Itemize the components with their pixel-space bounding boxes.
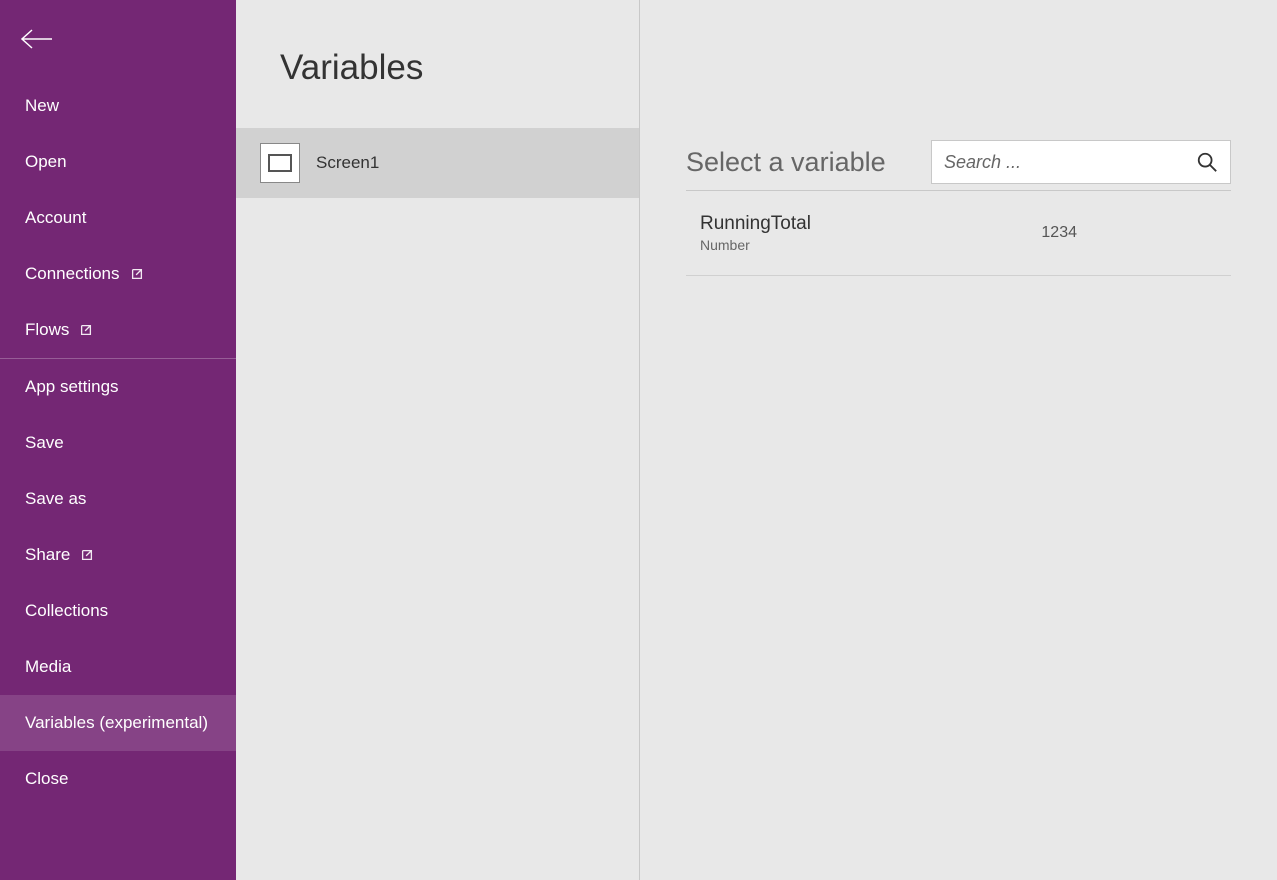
sidebar-item-label: App settings	[25, 377, 119, 397]
sidebar-item-close[interactable]: Close	[0, 751, 236, 807]
sidebar-item-share[interactable]: Share	[0, 527, 236, 583]
variable-name: RunningTotal	[700, 213, 811, 235]
back-button[interactable]	[0, 0, 236, 78]
sidebar-item-label: Save	[25, 433, 64, 453]
search-box[interactable]	[931, 140, 1231, 184]
variable-row[interactable]: RunningTotal Number 1234	[686, 191, 1231, 276]
sidebar-item-collections[interactable]: Collections	[0, 583, 236, 639]
external-link-icon	[79, 323, 93, 337]
middle-panel: Variables Screen1	[236, 0, 640, 880]
sidebar-item-label: Collections	[25, 601, 108, 621]
sidebar-item-label: New	[25, 96, 59, 116]
sidebar-item-label: Connections	[25, 264, 120, 284]
sidebar: New Open Account Connections Flows App s…	[0, 0, 236, 880]
sidebar-item-save[interactable]: Save	[0, 415, 236, 471]
sidebar-item-label: Close	[25, 769, 68, 789]
sidebar-item-label: Variables (experimental)	[25, 713, 208, 733]
right-panel: Select a variable RunningTotal Number 12…	[640, 0, 1277, 880]
screen-item[interactable]: Screen1	[236, 128, 639, 198]
sidebar-item-save-as[interactable]: Save as	[0, 471, 236, 527]
sidebar-item-label: Media	[25, 657, 71, 677]
sidebar-item-label: Open	[25, 152, 67, 172]
variable-info: RunningTotal Number	[700, 213, 811, 253]
sidebar-item-label: Account	[25, 208, 86, 228]
variable-value: 1234	[1041, 224, 1217, 242]
external-link-icon	[130, 267, 144, 281]
screen-label: Screen1	[316, 153, 379, 173]
search-input[interactable]	[944, 152, 1196, 173]
sidebar-item-account[interactable]: Account	[0, 190, 236, 246]
sidebar-item-label: Save as	[25, 489, 86, 509]
sidebar-item-flows[interactable]: Flows	[0, 302, 236, 358]
right-title: Select a variable	[686, 147, 886, 178]
screen-thumbnail-icon	[260, 143, 300, 183]
sidebar-item-open[interactable]: Open	[0, 134, 236, 190]
page-title: Variables	[236, 0, 639, 128]
sidebar-item-variables[interactable]: Variables (experimental)	[0, 695, 236, 751]
sidebar-item-media[interactable]: Media	[0, 639, 236, 695]
sidebar-item-new[interactable]: New	[0, 78, 236, 134]
sidebar-item-label: Share	[25, 545, 70, 565]
sidebar-item-connections[interactable]: Connections	[0, 246, 236, 302]
sidebar-item-label: Flows	[25, 320, 69, 340]
variable-type: Number	[700, 237, 811, 253]
external-link-icon	[80, 548, 94, 562]
arrow-left-icon	[20, 28, 54, 50]
sidebar-item-app-settings[interactable]: App settings	[0, 359, 236, 415]
search-icon	[1196, 151, 1218, 173]
right-header: Select a variable	[686, 140, 1231, 191]
